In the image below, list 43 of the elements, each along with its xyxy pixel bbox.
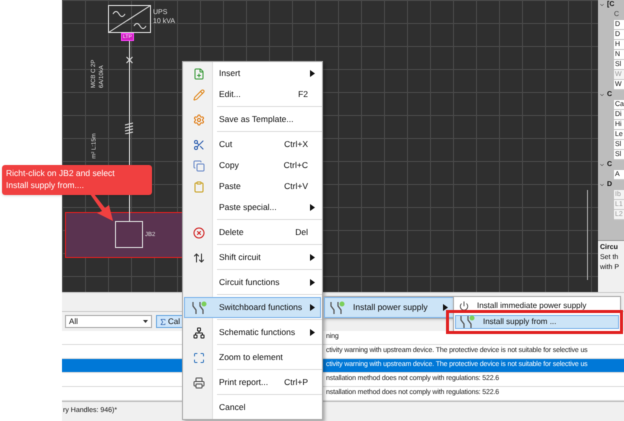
callout-bubble: Richt-click on JB2 and select Install supply from.... — [2, 165, 152, 195]
menu-item[interactable]: Switchboard functions — [184, 297, 321, 318]
menu-item[interactable]: Copy Ctrl+C — [184, 155, 321, 176]
menu-item[interactable]: Cut Ctrl+X — [184, 134, 321, 155]
dropdown-caret-icon — [143, 320, 148, 323]
submenu-item[interactable]: Install power supply — [324, 297, 454, 318]
menu-item[interactable]: Paste Ctrl+V — [184, 176, 321, 197]
up-down-arrow-icon — [193, 252, 205, 264]
callout-arrow — [88, 194, 115, 222]
insert-icon — [193, 68, 205, 80]
gear-icon — [193, 114, 205, 126]
chevron-icon[interactable] — [599, 162, 605, 168]
copy-icon — [193, 160, 205, 172]
ups-symbol — [108, 5, 151, 33]
sigma-icon — [159, 318, 167, 326]
menu-item[interactable]: Delete Del — [184, 222, 321, 243]
menu-item[interactable]: Edit... F2 — [184, 84, 321, 105]
switch-icon — [329, 300, 345, 314]
printer-icon — [193, 376, 205, 388]
delete-icon — [193, 226, 205, 238]
breaker-symbol — [126, 56, 133, 64]
chevron-icon[interactable] — [599, 92, 605, 98]
power-icon — [459, 301, 469, 311]
switch-icon — [459, 315, 475, 329]
hierarchy-icon — [193, 326, 205, 338]
submenu-item[interactable]: Install supply from ... — [455, 315, 619, 329]
menu-item[interactable]: Insert — [184, 63, 321, 84]
expand-icon — [193, 352, 205, 364]
switch-icon — [191, 300, 207, 314]
chevron-icon[interactable] — [599, 2, 605, 8]
chevron-icon[interactable] — [599, 182, 605, 188]
submenu-item[interactable]: Install immediate power supply — [455, 299, 619, 313]
menu-item[interactable]: Paste special... — [184, 197, 321, 218]
clipboard-icon — [193, 180, 205, 192]
junction-box — [115, 221, 143, 248]
cable-hatch-symbol — [124, 122, 134, 134]
scissors-icon — [193, 138, 205, 150]
menu-item[interactable]: Save as Template... — [184, 109, 321, 130]
menu-item[interactable]: Circuit functions — [184, 272, 321, 293]
menu-item[interactable]: Shift circuit — [184, 247, 321, 268]
pencil-icon — [193, 88, 205, 100]
filter-dropdown[interactable]: All — [65, 315, 152, 328]
calculate-button[interactable]: Cal — [156, 315, 184, 328]
